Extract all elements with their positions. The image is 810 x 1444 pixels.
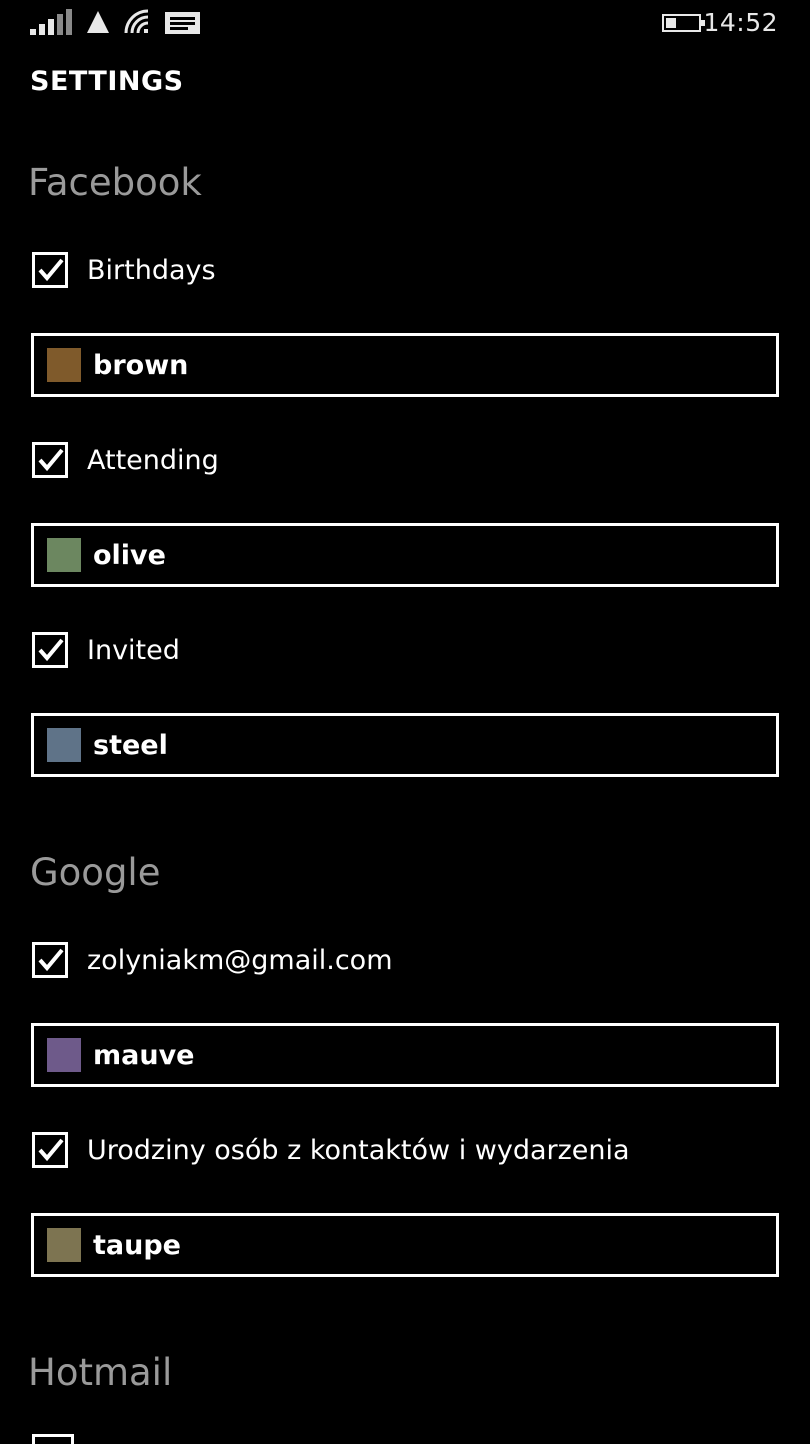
section-title-hotmail: Hotmail [28,1351,173,1394]
color-picker-gmail[interactable]: mauve [31,1023,779,1087]
battery-icon [662,14,705,32]
checkbox-label: Invited [87,634,180,666]
color-swatch [47,728,81,762]
color-name: brown [93,349,189,381]
status-bar: 14:52 [0,0,810,46]
checkbox[interactable] [32,252,68,288]
color-name: mauve [93,1039,195,1071]
checkbox-label: Attending [87,444,219,476]
color-picker-invited[interactable]: steel [31,713,779,777]
color-name: olive [93,539,166,571]
mobile-data-icon [87,11,109,33]
color-swatch [47,538,81,572]
checkbox-row-birthdays[interactable]: Birthdays [32,249,216,291]
checkmark-icon [38,1138,64,1162]
checkbox-row-invited[interactable]: Invited [32,629,180,671]
checkbox[interactable] [32,1434,74,1444]
section-title-facebook: Facebook [28,161,202,204]
checkmark-icon [38,638,64,662]
checkbox[interactable] [32,942,68,978]
color-swatch [47,1228,81,1262]
color-picker-contact-birthdays[interactable]: taupe [31,1213,779,1277]
color-name: taupe [93,1229,181,1261]
wifi-icon [124,9,149,34]
color-picker-attending[interactable]: olive [31,523,779,587]
color-swatch [47,348,81,382]
checkbox[interactable] [32,1132,68,1168]
checkbox-label: Birthdays [87,254,216,286]
checkbox-row-attending[interactable]: Attending [32,439,219,481]
checkbox-row-gmail[interactable]: zolyniakm@gmail.com [32,939,393,981]
clock: 14:52 [703,8,778,37]
section-title-google: Google [30,851,161,894]
color-name: steel [93,729,168,761]
checkmark-icon [38,948,64,972]
checkbox-label: Urodziny osób z kontaktów i wydarzenia [87,1134,630,1166]
checkmark-icon [38,448,64,472]
signal-strength-icon [30,9,72,35]
notification-icon [165,12,200,34]
color-picker-birthdays[interactable]: brown [31,333,779,397]
color-swatch [47,1038,81,1072]
checkbox-label: zolyniakm@gmail.com [87,944,393,976]
checkbox-row-contact-birthdays[interactable]: Urodziny osób z kontaktów i wydarzenia [32,1129,630,1171]
checkbox[interactable] [32,442,68,478]
checkmark-icon [38,258,64,282]
checkbox[interactable] [32,632,68,668]
page-title: SETTINGS [30,66,184,97]
